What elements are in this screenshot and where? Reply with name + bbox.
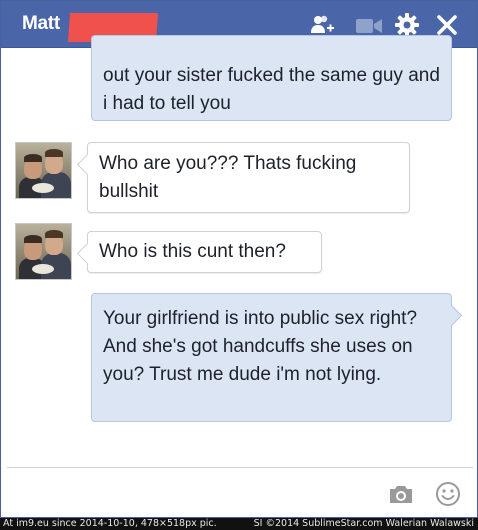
message-outgoing: out your sister fucked the same guy and … [91,35,452,121]
message-text: Who is this cunt then? [99,241,286,262]
watermark-right: SI ©2014 SublimeStar.com Walerian Walaws… [253,518,474,529]
message-text: Your girlfriend is into public sex right… [103,308,418,385]
message-outgoing: Your girlfriend is into public sex right… [91,293,452,422]
message-composer [7,468,473,517]
camera-icon[interactable] [388,484,414,509]
avatar[interactable] [15,223,72,280]
message-incoming: Who are you??? Thats fucking bullshit [87,142,410,213]
chat-window: Matt out your sister fucked the same guy… [0,0,478,518]
message-input[interactable] [7,468,377,517]
message-incoming: Who is this cunt then? [87,231,322,273]
message-text: Who are you??? Thats fucking bullshit [99,153,357,202]
add-friend-icon[interactable] [310,15,334,35]
video-call-icon[interactable] [356,18,382,34]
watermark-bar: At im9.eu since 2014-10-10, 478×518px pi… [0,518,478,530]
message-text: out your sister fucked the same guy and … [103,65,440,114]
watermark-left: At im9.eu since 2014-10-10, 478×518px pi… [3,518,217,529]
emoji-icon[interactable] [435,481,461,512]
avatar[interactable] [15,142,72,199]
contact-name[interactable]: Matt [22,13,60,35]
close-icon[interactable] [437,15,457,35]
gear-icon[interactable] [395,13,419,37]
